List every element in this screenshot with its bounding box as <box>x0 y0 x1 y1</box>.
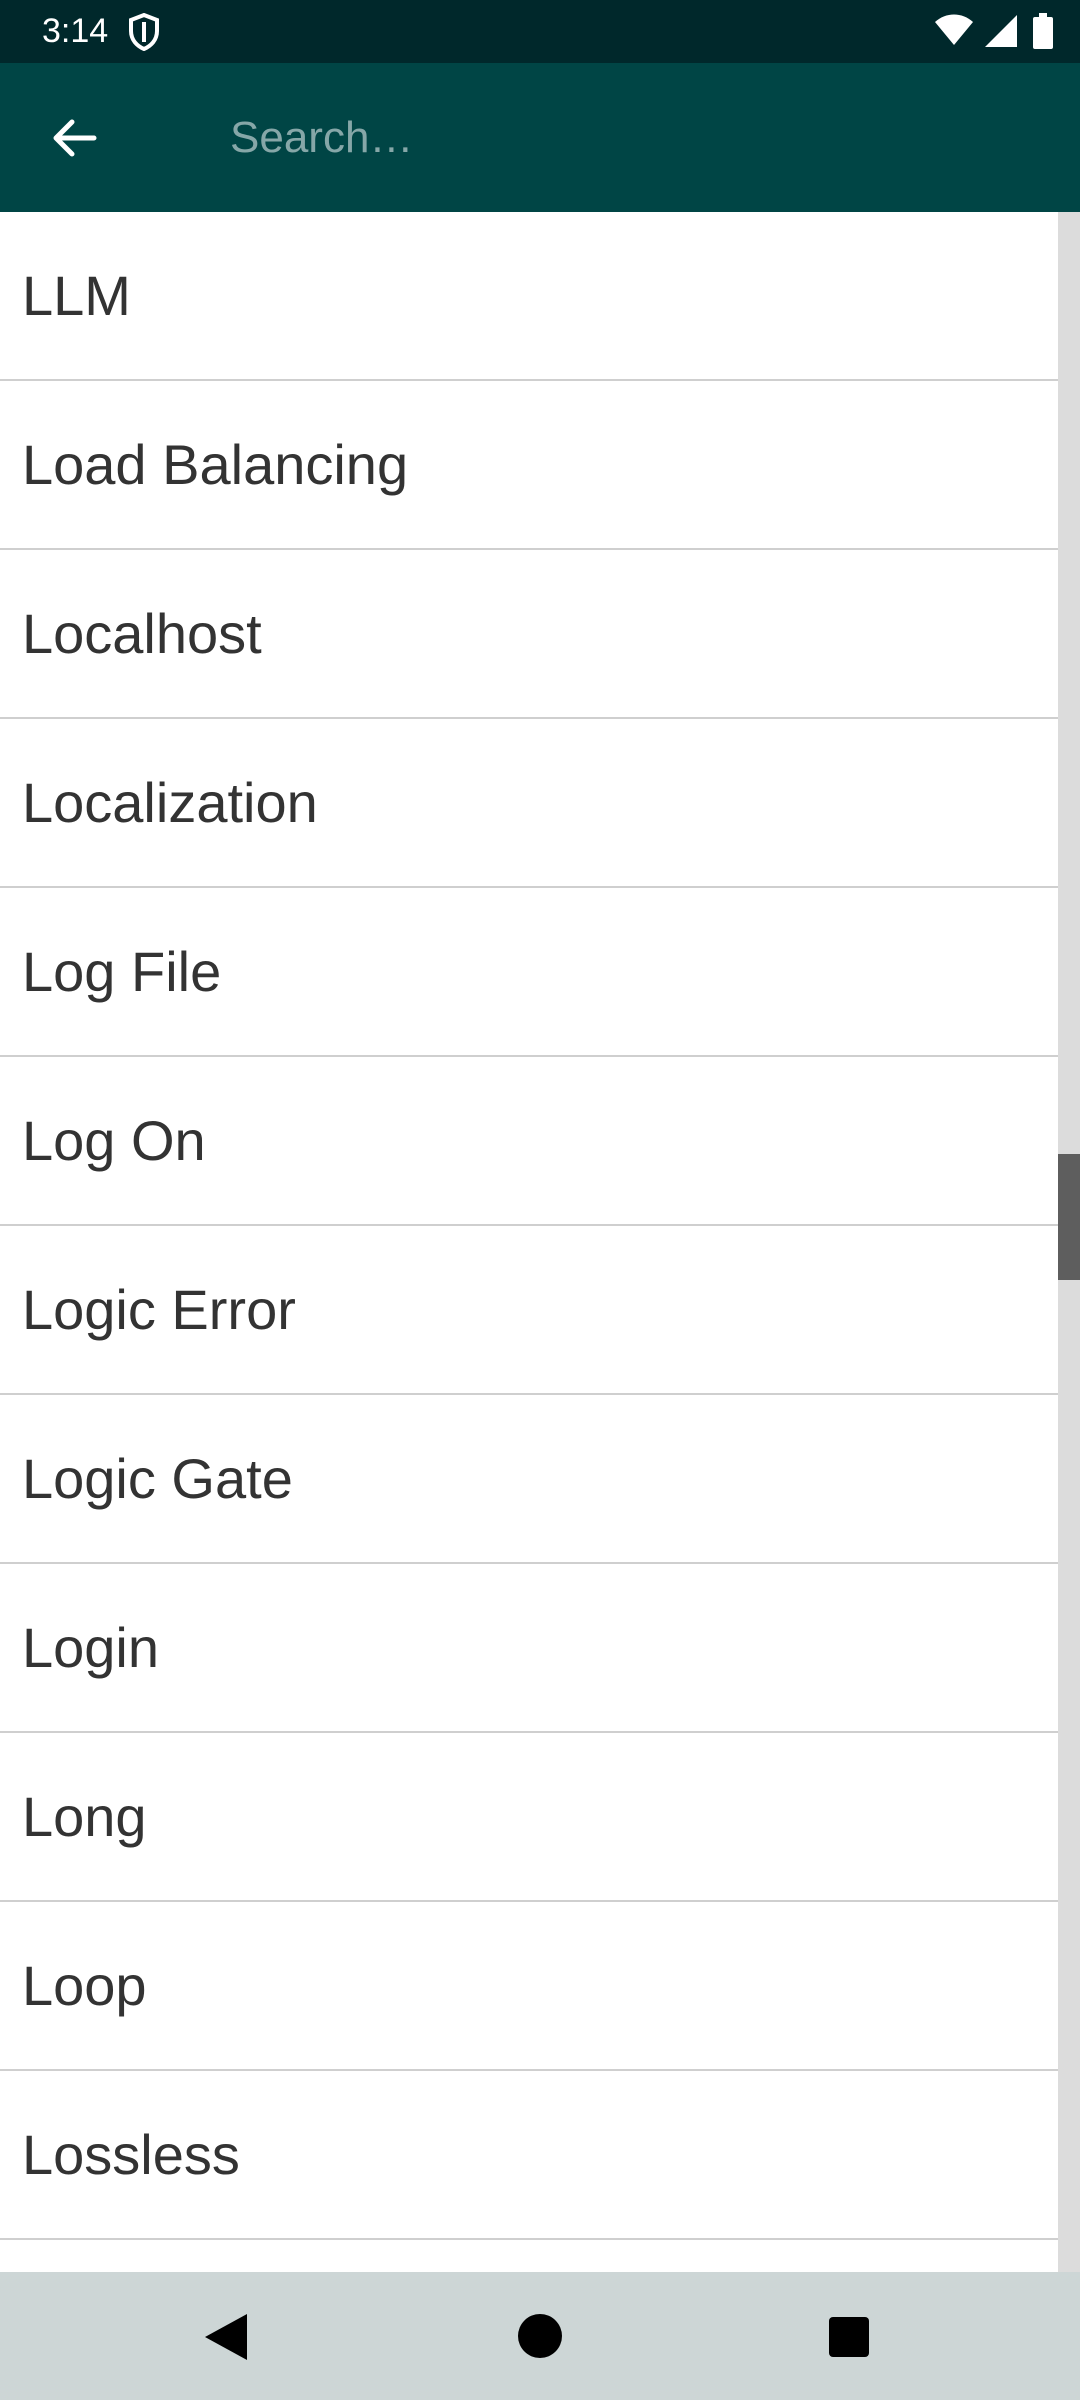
list-item-label: Lossless <box>22 2123 240 2186</box>
list-item[interactable]: Login <box>0 1564 1058 1733</box>
app-bar <box>0 63 1080 212</box>
battery-icon <box>1033 13 1053 49</box>
list-item-label: Load Balancing <box>22 433 409 496</box>
list-item-label: Logic Error <box>22 1278 296 1341</box>
list-item-label: Localhost <box>22 602 262 665</box>
shield-icon <box>129 13 159 51</box>
arrow-left-icon <box>53 119 96 156</box>
back-button[interactable] <box>40 104 107 171</box>
wifi-icon <box>935 14 973 45</box>
signal-icon <box>985 15 1017 47</box>
scrollbar[interactable] <box>1058 212 1080 2272</box>
scrollbar-thumb[interactable] <box>1058 1154 1080 1280</box>
list-item[interactable]: Log File <box>0 888 1058 1057</box>
status-time: 3:14 <box>42 12 109 50</box>
list-item-label: Loop <box>22 1954 147 2017</box>
list-item[interactable]: Load Balancing <box>0 381 1058 550</box>
list-item[interactable]: LLM <box>0 212 1058 381</box>
nav-home-icon[interactable] <box>517 2313 563 2359</box>
nav-back-icon[interactable] <box>203 2312 251 2362</box>
list-item-label: Localization <box>22 771 318 834</box>
status-icons <box>920 0 1080 63</box>
list-item-label: LLM <box>22 264 131 327</box>
list-item[interactable]: Log On <box>0 1057 1058 1226</box>
navigation-bar <box>0 2272 1080 2400</box>
list-item-label: Logic Gate <box>22 1447 293 1510</box>
status-bar: 3:14 <box>0 0 1080 63</box>
list-item[interactable]: Long <box>0 1733 1058 1902</box>
list-item-label: Long <box>22 1785 147 1848</box>
list-item[interactable]: Logic Error <box>0 1226 1058 1395</box>
list-item[interactable]: Lossless <box>0 2071 1058 2240</box>
list-item[interactable]: Localization <box>0 719 1058 888</box>
list-item-label: Log On <box>22 1109 206 1172</box>
list-item[interactable]: Localhost <box>0 550 1058 719</box>
list-item-label: Login <box>22 1616 160 1679</box>
list-item[interactable]: Logic Gate <box>0 1395 1058 1564</box>
term-list: LLM Load Balancing Localhost Localizatio… <box>0 212 1080 2272</box>
search-input[interactable] <box>230 101 1030 175</box>
list-item[interactable] <box>0 2240 1058 2272</box>
list-item[interactable]: Loop <box>0 1902 1058 2071</box>
list-item-label: Log File <box>22 940 222 1003</box>
nav-recents-icon[interactable] <box>828 2316 870 2358</box>
